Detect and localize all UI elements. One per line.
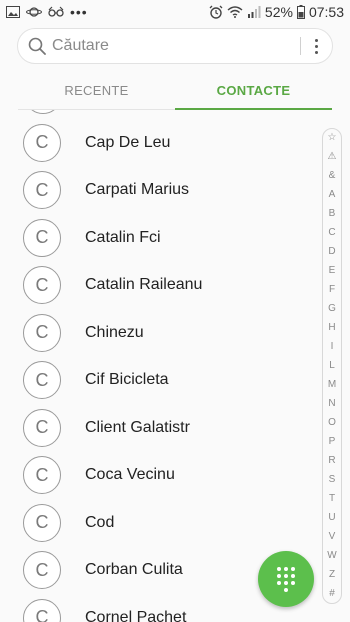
alphabet-index-scrollbar[interactable]: ☆ ⚠ & A B C D E F G H I L M N O P R S T U V W Z # <box>322 128 342 604</box>
tab-recente[interactable]: RECENTE <box>18 74 175 110</box>
wifi-icon <box>227 6 243 18</box>
list-item[interactable]: C Coca Vecinu <box>0 452 320 499</box>
index-letter[interactable]: ☆ <box>328 133 337 143</box>
index-letter[interactable]: L <box>329 361 335 371</box>
search-divider <box>300 37 301 55</box>
list-item[interactable]: C Cif Bicicleta <box>0 357 320 404</box>
avatar: C <box>23 361 61 399</box>
battery-icon <box>296 5 305 19</box>
avatar: C <box>23 503 61 542</box>
signal-icon <box>247 6 261 18</box>
partial-contact-avatar <box>24 110 60 114</box>
list-item[interactable]: C Catalin Raileanu <box>0 262 320 309</box>
index-letter[interactable]: N <box>328 399 335 409</box>
notification-icons: ••• <box>6 4 88 20</box>
contact-list[interactable]: C Cap De Leu C Carpati Marius C Catalin … <box>0 110 320 622</box>
battery-percent: 52% <box>264 4 293 20</box>
avatar: C <box>23 551 61 589</box>
avatar: C <box>23 123 61 162</box>
index-letter[interactable]: T <box>329 494 335 504</box>
index-letter[interactable]: V <box>329 532 336 542</box>
index-letter[interactable]: O <box>328 418 336 428</box>
search-bar[interactable] <box>17 28 333 64</box>
dialpad-button[interactable] <box>258 551 314 607</box>
clock: 07:53 <box>308 4 344 20</box>
system-icons: 52% 07:53 <box>209 4 344 20</box>
contact-name: Carpati Marius <box>85 181 190 198</box>
tab-contacte[interactable]: CONTACTE <box>175 74 332 110</box>
contact-name: Cornel Pachet <box>85 608 187 622</box>
index-letter[interactable]: F <box>329 285 335 295</box>
index-letter[interactable]: A <box>329 190 336 200</box>
more-dots-icon: ••• <box>70 4 88 20</box>
dialpad-icon <box>277 566 295 592</box>
index-letter[interactable]: C <box>328 228 335 238</box>
list-item[interactable]: C Client Galatistr <box>0 404 320 451</box>
contact-name: Corban Culita <box>85 561 183 578</box>
list-item[interactable]: C Carpati Marius <box>0 167 320 214</box>
list-item[interactable]: C Cap De Leu <box>0 119 320 166</box>
index-letter[interactable]: Z <box>329 570 335 580</box>
contact-name: Chinezu <box>85 323 144 341</box>
alarm-icon <box>209 5 223 19</box>
contact-name: Catalin Raileanu <box>85 276 203 293</box>
list-item[interactable]: C Catalin Fci <box>0 214 320 261</box>
list-item[interactable]: C Chinezu <box>0 309 320 356</box>
avatar: C <box>23 456 61 494</box>
planet-icon <box>26 7 42 17</box>
glasses-icon <box>48 6 64 17</box>
index-letter[interactable]: S <box>329 475 336 485</box>
index-letter[interactable]: I <box>331 342 334 352</box>
index-letter[interactable]: & <box>329 171 336 181</box>
avatar: C <box>23 218 61 257</box>
index-letter[interactable]: D <box>328 247 335 257</box>
avatar: C <box>23 171 61 209</box>
index-letter[interactable]: P <box>329 437 336 447</box>
index-letter[interactable]: M <box>328 380 336 390</box>
search-icon <box>28 37 46 55</box>
contact-name: Cap De Leu <box>85 133 171 151</box>
more-options-icon[interactable] <box>311 38 322 54</box>
contact-name: Coca Vecinu <box>85 466 175 483</box>
avatar: C <box>23 266 61 304</box>
search-input[interactable] <box>52 37 300 55</box>
index-letter[interactable]: R <box>328 456 335 466</box>
index-letter[interactable]: G <box>328 304 336 314</box>
contact-name: Cif Bicicleta <box>85 371 169 388</box>
status-bar: ••• 52% 07:53 <box>0 0 350 24</box>
gallery-icon <box>6 6 20 18</box>
index-letter[interactable]: W <box>327 551 336 561</box>
tab-bar: RECENTE CONTACTE <box>18 74 332 110</box>
contact-name: Client Galatistr <box>85 418 190 436</box>
avatar: C <box>23 598 61 622</box>
avatar: C <box>23 313 61 352</box>
index-letter[interactable]: B <box>329 209 336 219</box>
index-letter[interactable]: E <box>329 266 336 276</box>
contact-name: Cod <box>85 513 115 531</box>
list-item[interactable]: C Cod <box>0 499 320 546</box>
index-letter[interactable]: # <box>329 589 335 599</box>
index-letter[interactable]: U <box>328 513 335 523</box>
index-letter[interactable]: ⚠ <box>328 152 337 162</box>
contact-name: Catalin Fci <box>85 228 161 246</box>
avatar: C <box>23 408 61 447</box>
index-letter[interactable]: H <box>328 323 335 333</box>
